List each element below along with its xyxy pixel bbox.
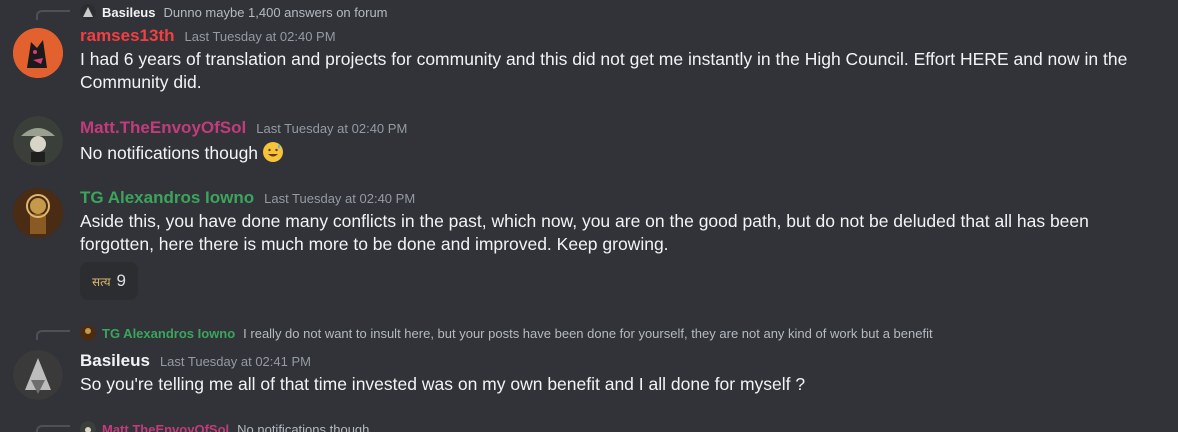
avatar[interactable] — [13, 188, 63, 238]
message-text: No notifications though — [80, 141, 1160, 165]
reaction-count: 9 — [116, 271, 127, 290]
reply-spine — [36, 10, 70, 20]
avatar[interactable] — [13, 350, 63, 400]
message-text: So you're telling me all of that time in… — [80, 374, 806, 394]
message-header: TG Alexandros Iowno Last Tuesday at 02:40… — [80, 188, 415, 208]
timestamp[interactable]: Last Tuesday at 02:40 PM — [264, 191, 415, 206]
message-header: Matt.TheEnvoyOfSol Last Tuesday at 02:40 … — [80, 118, 407, 138]
reply-preview[interactable]: TG Alexandros Iowno I really do not want … — [80, 325, 933, 341]
message-text: Aside this, you have done many conflicts… — [80, 211, 1089, 254]
reply-preview[interactable]: Matt.TheEnvoyOfSol No notifications thoug… — [80, 421, 369, 432]
reply-author[interactable]: Matt.TheEnvoyOfSol — [102, 422, 229, 432]
username[interactable]: ramses13th — [80, 26, 175, 45]
reaction-emoji-icon: सत्य — [91, 274, 111, 289]
avatar[interactable] — [13, 28, 63, 78]
username[interactable]: Basileus — [80, 351, 150, 370]
reaction-button[interactable]: सत्य 9 — [80, 262, 138, 300]
sweat-smile-emoji-icon — [262, 141, 284, 163]
message-header: Basileus Last Tuesday at 02:41 PM — [80, 351, 311, 371]
timestamp[interactable]: Last Tuesday at 02:40 PM — [256, 121, 407, 136]
timestamp[interactable]: Last Tuesday at 02:40 PM — [185, 29, 336, 44]
reply-author[interactable]: Basileus — [102, 5, 155, 20]
reply-author[interactable]: TG Alexandros Iowno — [102, 326, 235, 341]
avatar[interactable] — [13, 116, 63, 166]
message-header: ramses13th Last Tuesday at 02:40 PM — [80, 26, 336, 46]
avatar — [80, 4, 96, 20]
message-text-content: No notifications though — [80, 143, 259, 163]
reply-text: No notifications though — [237, 422, 370, 432]
username[interactable]: Matt.TheEnvoyOfSol — [80, 118, 246, 137]
reply-text: Dunno maybe 1,400 answers on forum — [163, 5, 388, 20]
avatar — [80, 325, 96, 341]
reply-spine — [36, 330, 70, 340]
timestamp[interactable]: Last Tuesday at 02:41 PM — [160, 354, 311, 369]
reply-preview[interactable]: Basileus Dunno maybe 1,400 answers on for… — [80, 4, 388, 20]
reply-text: I really do not want to insult here, but… — [243, 326, 933, 341]
avatar — [80, 421, 96, 432]
reply-spine — [36, 425, 70, 432]
username[interactable]: TG Alexandros Iowno — [80, 188, 254, 207]
chat-message-list: Basileus Dunno maybe 1,400 answers on for… — [0, 0, 1178, 432]
message-text: I had 6 years of translation and project… — [80, 49, 1128, 92]
